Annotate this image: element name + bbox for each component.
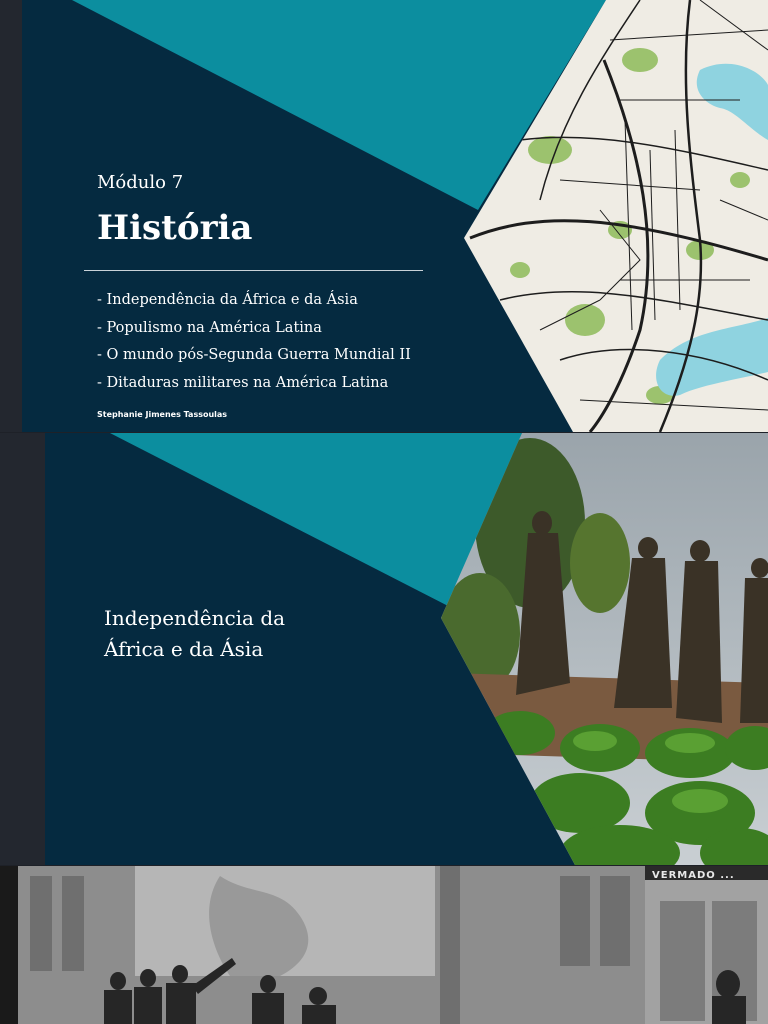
author-name: Stephanie Jimenes Tassoulas bbox=[97, 410, 228, 419]
topic-item: - Independência da África e da Ásia bbox=[97, 292, 358, 308]
subject-title: História bbox=[97, 208, 253, 248]
topic-item: - Ditaduras militares na América Latina bbox=[97, 374, 389, 391]
chapter-title-line: Independência da bbox=[104, 606, 286, 630]
topic-item: - Populismo na América Latina bbox=[97, 319, 322, 336]
engraving-sign-text: VERMADO ... bbox=[652, 870, 735, 881]
engraving-slide: VERMADO ... bbox=[0, 866, 768, 1024]
module-label: Módulo 7 bbox=[97, 172, 184, 193]
title-divider bbox=[84, 270, 423, 271]
cover-slide: Módulo 7 História - Independência da Áfr… bbox=[0, 0, 768, 432]
chapter-slide: Independência da África e da Ásia bbox=[0, 433, 768, 865]
chapter-title-line: África e da Ásia bbox=[104, 637, 264, 661]
topic-item: - O mundo pós-Segunda Guerra Mundial II bbox=[97, 347, 411, 363]
chapter-title: Independência da África e da Ásia bbox=[104, 603, 285, 665]
historical-engraving-image bbox=[0, 866, 768, 1024]
topic-list: - Independência da África e da Ásia - Po… bbox=[97, 290, 411, 400]
